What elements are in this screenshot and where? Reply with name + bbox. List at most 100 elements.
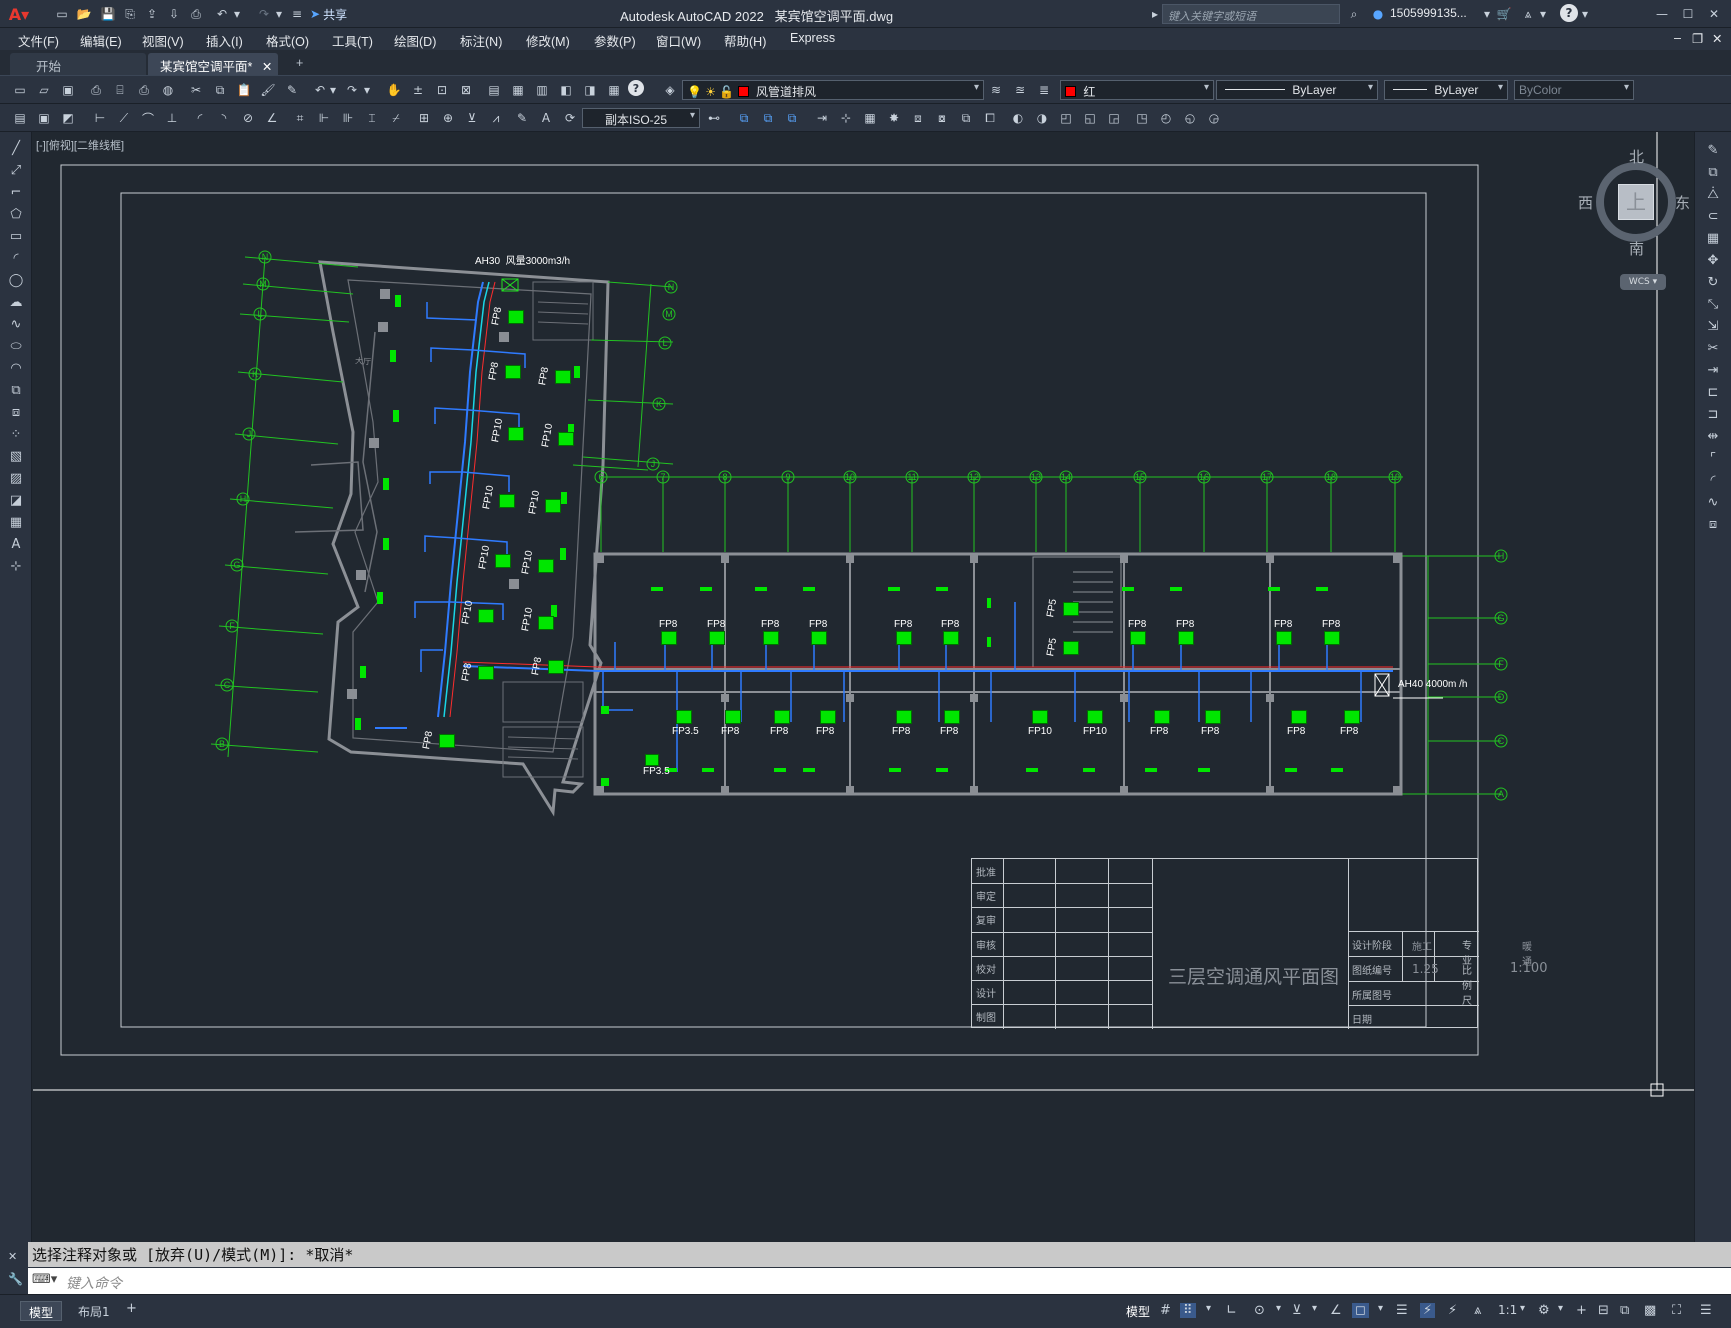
break-icon[interactable]: ⊐	[1704, 406, 1722, 424]
isodraft-icon[interactable]: ⊻	[1292, 1303, 1302, 1318]
new-tab-button[interactable]: +	[284, 53, 315, 75]
help-icon[interactable]: ?	[1560, 4, 1578, 22]
rectangle-icon[interactable]: ▭	[7, 228, 25, 246]
jogged-icon[interactable]: ◝	[214, 108, 234, 128]
linear-dim-icon[interactable]: ⊢	[90, 108, 110, 128]
ah40-label[interactable]: AH40 4000m /h	[1398, 679, 1468, 690]
lineweight-icon[interactable]: ☰	[1396, 1303, 1408, 1318]
polar-icon[interactable]: ⊙	[1254, 1303, 1265, 1318]
color-combo[interactable]: 红 ▾	[1060, 80, 1214, 100]
hatch-icon[interactable]: ▧	[7, 448, 25, 466]
workspace-dropdown-icon[interactable]: ▾	[1558, 1303, 1563, 1314]
undo-dropdown-icon[interactable]: ▾	[232, 4, 242, 24]
minimize-button[interactable]: —	[1652, 4, 1672, 24]
move-icon[interactable]: ✥	[1704, 252, 1722, 270]
save-icon[interactable]: ▣	[58, 80, 78, 100]
menu-dimension[interactable]: 标注(N)	[460, 31, 502, 50]
workspace-gear-icon[interactable]: ⚙	[1538, 1303, 1550, 1318]
viewcube-south[interactable]: 南	[1629, 238, 1644, 259]
model-tab[interactable]: 模型	[20, 1301, 63, 1321]
redo-dropdown-icon[interactable]: ▾	[274, 4, 284, 24]
tool-palettes-icon[interactable]: ▥	[532, 80, 552, 100]
layout1-tab[interactable]: 布局1	[70, 1301, 118, 1321]
auto-scale-icon[interactable]: ⚡	[1448, 1303, 1457, 1318]
quick-properties-icon[interactable]: ⧉	[1620, 1303, 1629, 1318]
table-icon[interactable]: ▦	[7, 514, 25, 532]
aligned-dim-icon[interactable]: ⟋	[114, 108, 134, 128]
isodraft-dropdown-icon[interactable]: ▾	[1312, 1303, 1317, 1314]
polyline-icon[interactable]: ⌐	[7, 184, 25, 202]
baseline-icon[interactable]: ⊩	[314, 108, 334, 128]
scale-icon[interactable]: ⤡	[1704, 296, 1722, 314]
array-icon[interactable]: ▦	[860, 108, 880, 128]
image-icon[interactable]: ◶	[1204, 108, 1224, 128]
zoom-window-icon[interactable]: ⊡	[432, 80, 452, 100]
model-space-button[interactable]: 模型	[1126, 1303, 1150, 1320]
plot-icon[interactable]: ⎙	[86, 80, 106, 100]
viewcube-top-face[interactable]: 上	[1618, 184, 1654, 220]
circle-icon[interactable]: ◯	[7, 272, 25, 290]
polygon-icon[interactable]: ⬠	[7, 206, 25, 224]
copy-obj-icon[interactable]: ⧉	[734, 108, 754, 128]
match-properties-icon[interactable]: 🖌	[258, 80, 278, 100]
user-name[interactable]: 1505999135...	[1390, 6, 1467, 20]
drawing-canvas[interactable]: [-][俯视][二维线框] N M L K J H G F C B N M L …	[33, 132, 1694, 1240]
osnap-icon[interactable]: ◻	[1352, 1303, 1369, 1318]
save-web-icon[interactable]: ⇩	[164, 4, 184, 24]
make-block-icon[interactable]: ⧈	[7, 404, 25, 422]
boundary-icon[interactable]: ◰	[1056, 108, 1076, 128]
scale-dropdown-icon[interactable]: ▾	[1520, 1303, 1525, 1314]
save-as-icon[interactable]: ⎘	[120, 4, 140, 24]
gradient-icon[interactable]: ◑	[1032, 108, 1052, 128]
publish-icon[interactable]: ⎙	[134, 80, 154, 100]
dim-text-edit-icon[interactable]: A	[536, 108, 556, 128]
copy-icon[interactable]: ⧉	[1704, 164, 1722, 182]
erase-icon[interactable]: ✎	[1704, 142, 1722, 160]
units-icon[interactable]: ⊟	[1598, 1303, 1609, 1318]
plotstyle-combo[interactable]: ByColor ▾	[1514, 80, 1634, 100]
menu-format[interactable]: 格式(O)	[266, 31, 309, 50]
close-command-icon[interactable]: ✕	[8, 1250, 17, 1263]
annotation-scale-value[interactable]: 1:1	[1498, 1303, 1517, 1317]
mtext-icon[interactable]: A	[7, 536, 25, 554]
menu-edit[interactable]: 编辑(E)	[80, 31, 122, 50]
viewcube[interactable]: 上 北 南 东 西 WCS ▾	[1578, 148, 1690, 290]
inspect-icon[interactable]: ⊻	[462, 108, 482, 128]
clip-icon[interactable]: ◵	[1180, 108, 1200, 128]
spline-icon[interactable]: ∿	[7, 316, 25, 334]
copy-icon[interactable]: ⧉	[210, 80, 230, 100]
properties-icon[interactable]: ▤	[484, 80, 504, 100]
viewcube-east[interactable]: 东	[1675, 192, 1690, 213]
explode-icon[interactable]: ✸	[884, 108, 904, 128]
search-expand-icon[interactable]: ▸	[1150, 4, 1160, 24]
hatch-icon[interactable]: ◐	[1008, 108, 1028, 128]
layer-properties-icon[interactable]: ◈	[660, 80, 680, 100]
point-icon[interactable]: ⁘	[7, 426, 25, 444]
extend-icon[interactable]: ⇥	[1704, 362, 1722, 380]
clean-screen-icon[interactable]: ⛶	[1672, 1303, 1681, 1318]
block-icon[interactable]: ▣	[34, 108, 54, 128]
dim-style-icon[interactable]: ⊷	[704, 108, 724, 128]
paste-icon[interactable]: 📋	[234, 80, 254, 100]
offset-obj-icon[interactable]: ⧉	[782, 108, 802, 128]
add-layout-button[interactable]: +	[126, 1301, 137, 1316]
user-icon[interactable]: ●	[1368, 4, 1388, 24]
dim-edit-icon[interactable]: ✎	[512, 108, 532, 128]
zoom-previous-icon[interactable]: ⊠	[456, 80, 476, 100]
dimstyle-combo[interactable]: 副本ISO-25 ▾	[582, 108, 700, 128]
line-icon[interactable]: ╱	[7, 140, 25, 158]
new-icon[interactable]: ▭	[52, 4, 72, 24]
region-icon[interactable]: ◪	[7, 492, 25, 510]
customization-icon[interactable]: ☰	[1700, 1303, 1712, 1318]
center-mark-icon[interactable]: ⊕	[438, 108, 458, 128]
redo-icon[interactable]: ↷	[342, 80, 362, 100]
explode-icon[interactable]: ⧈	[1704, 516, 1722, 534]
customize-dropdown-icon[interactable]: ≡	[292, 4, 302, 24]
pan-icon[interactable]: ✋	[384, 80, 404, 100]
fillet-icon[interactable]: ◜	[1704, 472, 1722, 490]
menu-help[interactable]: 帮助(H)	[724, 31, 766, 50]
stretch-icon[interactable]: ⇥	[812, 108, 832, 128]
customize-command-icon[interactable]: 🔧	[8, 1272, 23, 1286]
otrack-icon[interactable]: ∠	[1330, 1303, 1342, 1318]
wcs-menu[interactable]: WCS ▾	[1620, 274, 1666, 290]
